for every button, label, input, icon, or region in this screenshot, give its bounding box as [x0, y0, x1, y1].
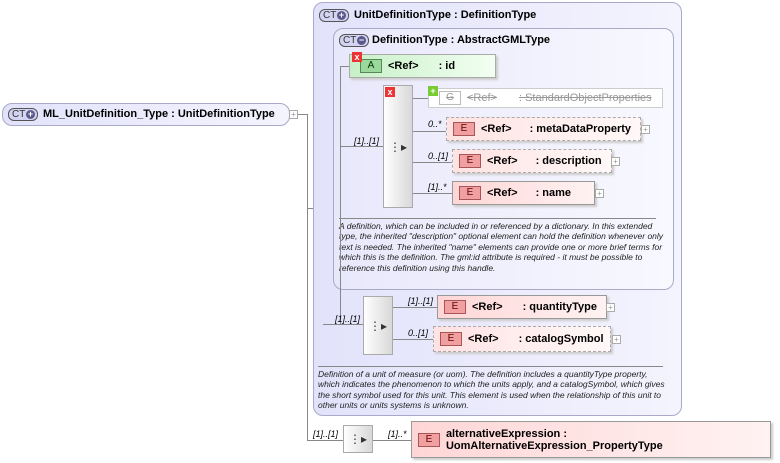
element-name: : quantityType	[522, 301, 597, 313]
expand-icon[interactable]: +	[595, 189, 604, 198]
expand-icon[interactable]: +	[289, 110, 298, 119]
sequence-icon: ⋮▸	[348, 432, 368, 446]
sequence-icon: ⋮▸	[388, 139, 408, 154]
ref-label: <Ref>	[487, 187, 518, 199]
element-name: : catalogSymbol	[518, 333, 604, 345]
element-badge: E	[453, 122, 475, 136]
element-name: alternativeExpression : UomAlternativeEx…	[445, 427, 663, 452]
connector	[340, 146, 383, 147]
element-name-label: : name	[535, 187, 572, 199]
sequence-compositor[interactable]: ⋮▸	[343, 425, 373, 453]
element-badge: E	[459, 154, 481, 168]
ref-label: <Ref>	[481, 123, 512, 135]
element-badge: E	[440, 332, 462, 346]
connector	[372, 440, 412, 441]
connector	[412, 193, 452, 194]
ref-label: <Ref>	[388, 60, 419, 72]
divider	[339, 218, 656, 219]
remove-icon[interactable]: x	[385, 87, 395, 97]
attribute-badge: A	[360, 59, 382, 73]
element-alternativeexpression[interactable]: EalternativeExpression : UomAlternativeE…	[411, 421, 771, 458]
expand-icon[interactable]: +	[611, 157, 620, 166]
outer-type-title: UnitDefinitionType : DefinitionType	[354, 9, 537, 21]
element-badge: E	[418, 432, 440, 447]
plus-icon: +	[26, 109, 35, 119]
cardinality: [1]..*	[388, 429, 407, 439]
cardinality: [1]..[1]	[408, 296, 434, 306]
cardinality: [1]..*	[428, 182, 447, 192]
group-badge: G	[439, 91, 461, 105]
element-description[interactable]: E <Ref> : description	[452, 149, 612, 173]
ct-badge: CT −	[339, 34, 369, 47]
ref-label: <Ref>	[487, 155, 518, 167]
expand-icon[interactable]: +	[641, 125, 650, 134]
add-icon[interactable]: +	[428, 86, 438, 96]
attribute-name: : id	[438, 60, 456, 72]
divider	[318, 366, 663, 367]
cardinality: 0..[1]	[428, 151, 449, 161]
ct-badge: CT +	[8, 108, 38, 121]
element-metadataproperty[interactable]: E <Ref> : metaDataProperty	[446, 117, 641, 141]
element-badge: E	[459, 186, 481, 200]
ref-label: <Ref>	[472, 301, 503, 313]
connector	[307, 114, 308, 440]
connector	[412, 131, 446, 132]
sequence-compositor[interactable]: ⋮▸	[363, 296, 393, 355]
element-quantitytype[interactable]: E <Ref> : quantityType	[437, 295, 607, 319]
remove-icon[interactable]: x	[352, 52, 362, 62]
connector	[307, 440, 343, 441]
connector	[323, 324, 363, 325]
element-badge: E	[444, 300, 466, 314]
connector	[392, 307, 437, 308]
cardinality: [1]..[1]	[354, 136, 380, 146]
cardinality: [1]..[1]	[313, 429, 339, 439]
root-type-label: ML_UnitDefinition_Type : UnitDefinitionT…	[43, 108, 275, 120]
expand-icon[interactable]: +	[606, 303, 615, 312]
root-type-node[interactable]: CT + ML_UnitDefinition_Type : UnitDefinit…	[2, 103, 290, 126]
cardinality: 0..[1]	[408, 328, 429, 338]
minus-icon: −	[357, 35, 366, 45]
connector	[392, 339, 433, 340]
element-catalogsymbol[interactable]: E <Ref> : catalogSymbol	[433, 326, 611, 352]
ref-label: <Ref>	[468, 333, 499, 345]
expand-icon[interactable]: +	[612, 335, 621, 344]
connector	[412, 162, 452, 163]
inner-type-title: DefinitionType : AbstractGMLType	[372, 34, 551, 46]
attribute-id[interactable]: A <Ref> : id	[349, 54, 496, 78]
connector	[340, 66, 341, 324]
element-name: : description	[535, 155, 602, 167]
element-name: : metaDataProperty	[529, 123, 632, 135]
outer-documentation: Definition of a unit of measure (or uom)…	[318, 369, 665, 411]
plus-icon: +	[337, 10, 346, 20]
cardinality: 0..*	[428, 119, 442, 129]
sequence-icon: ⋮▸	[368, 318, 388, 333]
cardinality: [1]..[1]	[335, 314, 361, 324]
sequence-compositor[interactable]: ⋮▸	[383, 85, 413, 208]
ref-label: <Ref>	[467, 92, 497, 104]
inner-documentation: A definition, which can be included in o…	[339, 221, 664, 273]
ct-badge: CT +	[319, 9, 349, 22]
group-standard-object-properties[interactable]: G <Ref> : StandardObjectProperties	[428, 88, 663, 108]
element-name[interactable]: E <Ref> : name	[452, 181, 595, 205]
group-name: : StandardObjectProperties	[518, 92, 652, 104]
